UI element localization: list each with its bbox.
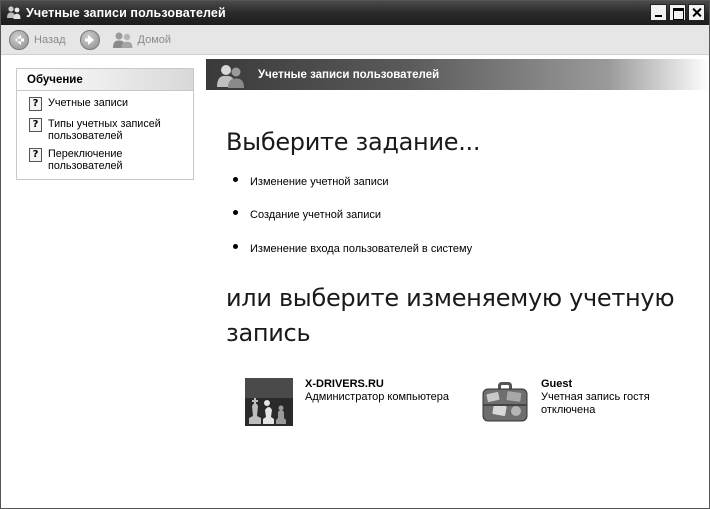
- account-type: Администратор компьютера: [305, 391, 449, 403]
- account-type: Учетная запись гостя отключена: [541, 391, 650, 416]
- account-guest[interactable]: Guest Учетная запись гостя отключена: [481, 378, 671, 426]
- maximize-button[interactable]: [669, 4, 686, 21]
- user-accounts-window: Учетные записи пользователей Назад Домой…: [0, 0, 710, 509]
- close-button[interactable]: [688, 4, 705, 21]
- back-label: Назад: [34, 33, 66, 46]
- help-topic-icon: ?: [29, 97, 42, 111]
- help-topic-icon: ?: [29, 118, 42, 132]
- task-label: Изменение входа пользователей в систему: [250, 243, 473, 255]
- account-x-drivers[interactable]: X-DRIVERS.RU Администратор компьютера: [245, 378, 449, 426]
- navigation-toolbar: Назад Домой: [1, 25, 709, 55]
- sidebar-item-label: Переключение пользователей: [48, 148, 123, 172]
- task-create-account[interactable]: Создание учетной записи: [233, 209, 381, 221]
- users-icon: [6, 5, 22, 21]
- account-info: Guest Учетная запись гостя отключена: [541, 378, 671, 417]
- account-info: X-DRIVERS.RU Администратор компьютера: [305, 378, 449, 404]
- home-users-icon: [112, 31, 134, 49]
- panel-title: Обучение: [17, 69, 193, 91]
- content-header-title: Учетные записи пользователей: [258, 68, 440, 81]
- sidebar-item-switching-users[interactable]: ? Переключение пользователей: [17, 148, 157, 172]
- window-title: Учетные записи пользователей: [26, 6, 226, 20]
- home-button[interactable]: Домой: [112, 31, 172, 49]
- account-name: X-DRIVERS.RU: [305, 378, 384, 390]
- bullet: [233, 243, 238, 249]
- home-label: Домой: [137, 33, 172, 46]
- content-header: Учетные записи пользователей: [206, 59, 709, 90]
- user-accounts-icon: [216, 62, 246, 88]
- back-button[interactable]: Назад: [9, 29, 66, 50]
- chess-icon: [245, 378, 293, 426]
- task-label: Изменение учетной записи: [250, 176, 389, 188]
- suitcase-icon: [481, 378, 529, 426]
- back-arrow-icon: [9, 29, 29, 50]
- forward-button[interactable]: [79, 29, 100, 50]
- task-label: Создание учетной записи: [250, 209, 381, 221]
- pick-task-heading: Выберите задание...: [226, 128, 481, 156]
- account-name: Guest: [541, 378, 573, 390]
- minimize-button[interactable]: [650, 4, 667, 21]
- learn-about-panel: Обучение ? Учетные записи ? Типы учетных…: [16, 68, 194, 180]
- forward-arrow-icon: [79, 29, 100, 50]
- help-topic-icon: ?: [29, 148, 42, 162]
- task-change-logon[interactable]: Изменение входа пользователей в систему: [233, 243, 472, 255]
- bullet: [233, 209, 238, 215]
- sidebar-item-label: Учетные записи: [48, 97, 129, 109]
- bullet: [233, 176, 238, 182]
- window-controls: [650, 4, 705, 21]
- sidebar-item-label: Типы учетных записей пользователей: [48, 118, 161, 142]
- title-bar[interactable]: Учетные записи пользователей: [1, 1, 709, 25]
- task-change-account[interactable]: Изменение учетной записи: [233, 176, 389, 188]
- pick-account-heading: или выберите изменяемую учетную запись: [226, 284, 675, 347]
- sidebar-item-user-accounts[interactable]: ? Учетные записи: [17, 97, 193, 111]
- sidebar-item-account-types[interactable]: ? Типы учетных записей пользователей: [17, 118, 177, 142]
